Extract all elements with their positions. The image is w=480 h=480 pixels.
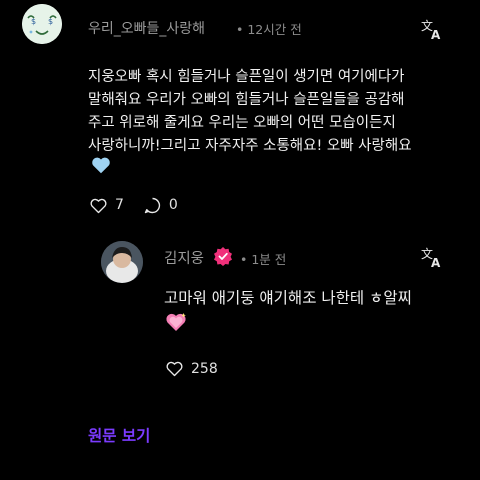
- comment-actions: 7 0: [88, 194, 196, 216]
- comment-username[interactable]: 우리_오빠들_사랑해: [88, 18, 205, 38]
- svg-text:$: $: [31, 17, 36, 26]
- svg-text:A: A: [431, 256, 441, 269]
- avatar-face-icon: $ $: [22, 4, 62, 44]
- speech-bubble-icon: [144, 197, 161, 213]
- sparkling-heart-icon: [166, 313, 186, 331]
- reply-username[interactable]: 김지웅: [164, 247, 204, 268]
- svg-text:$: $: [48, 17, 53, 26]
- like-button[interactable]: 7: [88, 195, 124, 216]
- comment-time: • 12시간 전: [236, 22, 302, 37]
- reply-avatar[interactable]: [101, 241, 143, 283]
- verified-badge-icon: [214, 247, 232, 266]
- view-original-link[interactable]: 원문 보기: [88, 424, 150, 446]
- translate-icon[interactable]: 文 A: [420, 17, 444, 42]
- like-count: 7: [115, 197, 124, 213]
- reply-text: 고마워 애기둥 얘기해조 나한테 ㅎ알찌: [164, 289, 412, 307]
- svg-text:A: A: [431, 28, 441, 41]
- translate-icon[interactable]: 文 A: [420, 245, 444, 270]
- reply-button[interactable]: 0: [142, 195, 178, 216]
- heart-icon: [90, 198, 107, 213]
- profile-photo-icon: [101, 241, 143, 283]
- like-count: 258: [191, 360, 218, 377]
- reply-count: 0: [168, 197, 178, 213]
- avatar[interactable]: $ $: [22, 4, 62, 44]
- like-button[interactable]: 258: [164, 358, 218, 379]
- light-blue-heart-icon: [92, 157, 110, 174]
- reply-time: • 1분 전: [240, 252, 287, 267]
- comment-text: 지웅오빠 혹시 힘들거나 슬픈일이 생기면 여기에다가 말해줘요 우리가 오빠의…: [88, 69, 412, 154]
- heart-icon: [166, 361, 183, 377]
- reply-actions: 258: [164, 358, 236, 379]
